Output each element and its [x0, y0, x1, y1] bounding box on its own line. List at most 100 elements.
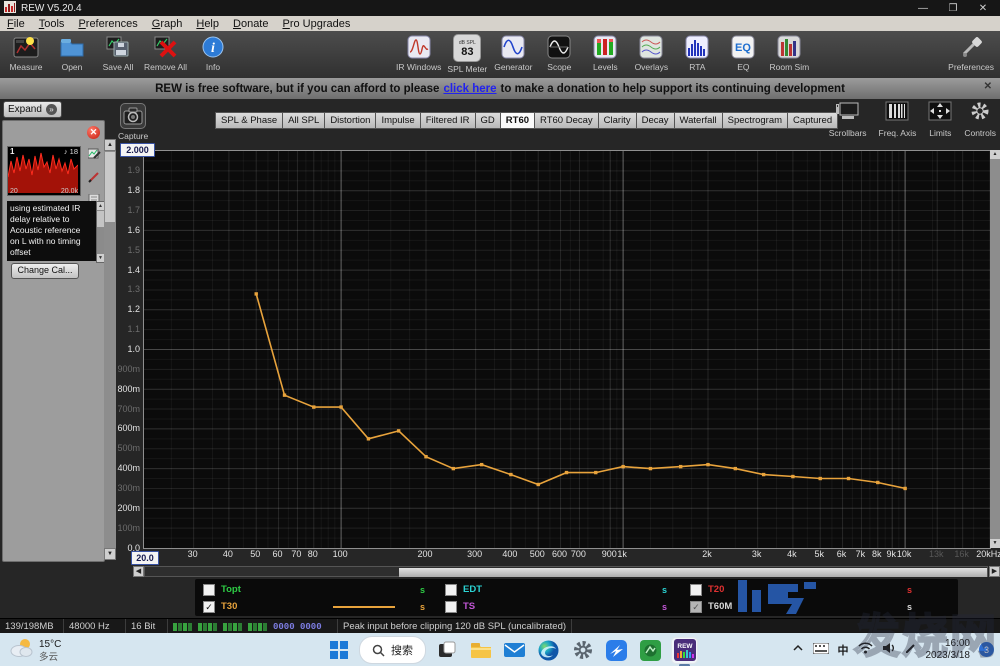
menu-graph[interactable]: Graph	[145, 17, 190, 31]
notes-scroll-thumb[interactable]	[97, 211, 104, 227]
y-tick-label: 500m	[106, 443, 140, 453]
legend-checkbox-topt[interactable]	[203, 584, 215, 596]
taskbar-icon-mail[interactable]	[501, 637, 528, 664]
remove-all-button[interactable]: Remove All	[144, 34, 187, 72]
taskbar-icon-messenger[interactable]	[603, 637, 630, 664]
ime-indicator[interactable]: 中	[838, 642, 849, 658]
legend-checkbox-t20[interactable]	[690, 584, 702, 596]
minimize-icon[interactable]: —	[908, 3, 938, 14]
taskbar-icon-rew[interactable]: REW	[671, 637, 698, 664]
generator-button[interactable]: Generator	[493, 34, 533, 74]
legend-checkbox-ts[interactable]	[445, 601, 457, 613]
taskbar-icon-task-view[interactable]	[433, 637, 460, 664]
x-tick-label: 700	[571, 549, 586, 559]
rt60-plot[interactable]	[143, 150, 991, 549]
edit-graph-icon[interactable]	[88, 146, 101, 164]
taskbar-icon-explorer[interactable]	[467, 637, 494, 664]
preferences-button[interactable]: Preferences	[948, 34, 994, 72]
tab-impulse[interactable]: Impulse	[375, 112, 419, 129]
change-cal-button[interactable]: Change Cal...	[11, 263, 79, 279]
menu-donate[interactable]: Donate	[226, 17, 275, 31]
measurement-thumbnail[interactable]: 1 ♪ 18 20 20.0k	[7, 146, 81, 196]
close-icon[interactable]: ✕	[968, 3, 998, 14]
weather-temp: 15°C	[39, 638, 61, 651]
scroll-left-icon[interactable]: ◀	[133, 566, 144, 577]
scroll-down-icon[interactable]: ▼	[990, 539, 1000, 548]
horizontal-scrollbar[interactable]: ◀ ▶	[133, 566, 1000, 577]
maximize-icon[interactable]: ❐	[938, 3, 968, 14]
scrollbars-button[interactable]: Scrollbars	[829, 101, 867, 138]
controls-button[interactable]: Controls	[964, 101, 996, 138]
y-tick-label: 1.2	[106, 304, 140, 314]
tab-rt60-decay[interactable]: RT60 Decay	[534, 112, 598, 129]
legend-checkbox-edt[interactable]	[445, 584, 457, 596]
taskbar-icon-edge[interactable]	[535, 637, 562, 664]
y-max-field[interactable]: 2.000	[120, 143, 155, 157]
notification-badge[interactable]: 3	[979, 642, 994, 657]
legend-checkbox-t30[interactable]: ✓	[203, 601, 215, 613]
x-tick-label: 4k	[787, 549, 797, 559]
room-sim-button[interactable]: Room Sim	[769, 34, 809, 74]
spl-meter-button[interactable]: dB SPL83SPL Meter	[447, 34, 487, 74]
donation-link[interactable]: click here	[443, 83, 496, 95]
legend-checkbox-t60m[interactable]: ✓	[690, 601, 702, 613]
tab-all-spl[interactable]: All SPL	[282, 112, 324, 129]
measure-button[interactable]: Measure	[6, 34, 46, 72]
banner-text-after: to make a donation to help support its c…	[501, 83, 845, 95]
remove-measurement-icon[interactable]: ✕	[87, 126, 100, 139]
pen-icon[interactable]	[905, 642, 917, 657]
menu-pro-upgrades[interactable]: Pro Upgrades	[275, 17, 357, 31]
scroll-up-icon[interactable]: ▲	[104, 139, 116, 151]
menu-file[interactable]: File	[0, 17, 32, 31]
hidden-icons-chevron-icon[interactable]	[792, 643, 804, 656]
wifi-icon[interactable]	[858, 642, 873, 657]
tab-filtered-ir[interactable]: Filtered IR	[420, 112, 475, 129]
taskbar-icon-settings[interactable]	[569, 637, 596, 664]
ir-windows-button[interactable]: IR Windows	[396, 34, 441, 74]
clock-widget[interactable]: 16:00 2023/3/18	[926, 638, 971, 662]
freq-axis-button[interactable]: Freq. Axis	[879, 101, 917, 138]
scroll-down-icon[interactable]: ▼	[97, 254, 104, 262]
scroll-up-icon[interactable]: ▲	[990, 150, 1000, 159]
save-all-button[interactable]: Save All	[98, 34, 138, 72]
scroll-up-icon[interactable]: ▲	[97, 202, 104, 210]
tab-decay[interactable]: Decay	[636, 112, 674, 129]
banner-close-icon[interactable]: ✕	[984, 81, 992, 92]
start-button[interactable]	[325, 637, 352, 664]
tab-waterfall[interactable]: Waterfall	[674, 112, 722, 129]
info-button[interactable]: iInfo	[193, 34, 233, 72]
hscroll-track[interactable]	[144, 566, 988, 577]
scroll-right-icon[interactable]: ▶	[989, 566, 1000, 577]
scope-button[interactable]: Scope	[539, 34, 579, 74]
weather-widget[interactable]: 15°C 多云	[8, 636, 61, 665]
tab-rt60[interactable]: RT60	[500, 112, 534, 129]
open-button[interactable]: Open	[52, 34, 92, 72]
vertical-scrollbar[interactable]: ▲ ▼	[990, 150, 1000, 548]
rta-button[interactable]: RTA	[677, 34, 717, 74]
pencil-icon[interactable]	[88, 170, 101, 188]
save-all-label: Save All	[103, 62, 134, 72]
tab-spl-phase[interactable]: SPL & Phase	[215, 112, 282, 129]
hscroll-thumb[interactable]	[399, 568, 987, 577]
menu-preferences[interactable]: Preferences	[71, 17, 144, 31]
volume-icon[interactable]	[882, 642, 896, 657]
x-min-field[interactable]: 20.0	[131, 551, 159, 565]
eq-button[interactable]: EQEQ	[723, 34, 763, 74]
expand-button[interactable]: Expand »	[3, 101, 62, 118]
scrollbars-label: Scrollbars	[829, 128, 867, 138]
limits-button[interactable]: Limits	[928, 101, 952, 138]
menu-tools[interactable]: Tools	[32, 17, 72, 31]
tab-gd[interactable]: GD	[475, 112, 500, 129]
taskbar-icon-green-app[interactable]	[637, 637, 664, 664]
tab-spectrogram[interactable]: Spectrogram	[722, 112, 787, 129]
overlays-button[interactable]: Overlays	[631, 34, 671, 74]
tab-distortion[interactable]: Distortion	[324, 112, 375, 129]
menu-help[interactable]: Help	[189, 17, 226, 31]
capture-button[interactable]: Capture	[118, 103, 148, 141]
menu-bar: FileToolsPreferencesGraphHelpDonatePro U…	[0, 16, 1000, 32]
tab-clarity[interactable]: Clarity	[598, 112, 636, 129]
search-box[interactable]: 搜索	[359, 636, 426, 664]
meter-segment	[253, 623, 257, 631]
touch-keyboard-icon[interactable]	[813, 643, 829, 657]
levels-button[interactable]: Levels	[585, 34, 625, 74]
